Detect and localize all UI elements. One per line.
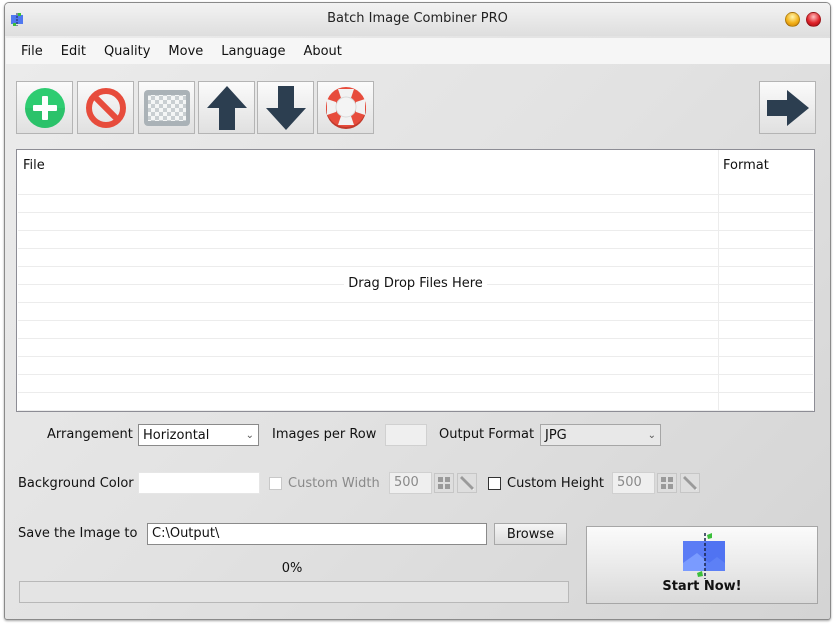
grid-icon [661,477,673,489]
background-color-picker[interactable] [138,472,260,494]
menu-file[interactable]: File [12,44,52,59]
chevron-down-icon: ⌄ [647,429,656,441]
background-color-label: Background Color [18,476,134,491]
window-title: Batch Image Combiner PRO [327,11,508,26]
menu-edit[interactable]: Edit [52,44,95,59]
transparent-grid-icon [143,89,190,126]
grid-row-separator [18,410,813,411]
menu-bar: File Edit Quality Move Language About [6,38,830,64]
arrangement-value: Horizontal [143,427,210,443]
drop-zone-hint: Drag Drop Files Here [17,276,814,291]
custom-height-label: Custom Height [507,476,604,491]
column-header-format[interactable]: Format [723,158,769,173]
diagonal-ratio-icon [683,476,697,490]
width-ratio-button[interactable] [457,473,477,493]
custom-width-input[interactable]: 500 [389,472,432,494]
output-format-value: JPG [545,427,567,443]
combine-images-icon [683,533,725,579]
clear-list-button[interactable] [138,81,195,134]
images-per-row-label: Images per Row [272,427,377,442]
grid-row-separator [18,194,813,195]
move-down-button[interactable] [257,81,314,134]
minimize-button[interactable] [785,12,800,27]
grid-icon [438,477,450,489]
save-path-label: Save the Image to [18,526,138,541]
height-grid-button[interactable] [657,473,677,493]
add-files-button[interactable] [16,81,73,134]
chevron-down-icon: ⌄ [245,429,254,441]
progress-bar [19,581,569,603]
menu-move[interactable]: Move [159,44,212,59]
output-format-select[interactable]: JPG ⌄ [540,424,661,446]
help-button[interactable] [317,81,374,134]
column-header-file[interactable]: File [23,158,45,173]
arrow-up-icon [206,85,247,130]
arrangement-select[interactable]: Horizontal ⌄ [138,424,259,446]
arrangement-label: Arrangement [47,427,133,442]
title-bar: Batch Image Combiner PRO [5,3,830,36]
drop-zone-text: Drag Drop Files Here [344,276,487,291]
custom-width-label: Custom Width [288,476,380,491]
grid-row-separator [18,320,813,321]
start-now-label: Start Now! [662,579,742,594]
grid-row-separator [18,230,813,231]
grid-row-separator [18,248,813,249]
file-list-table[interactable]: File Format Drag Drop Files Here [16,149,815,412]
width-grid-button[interactable] [434,473,454,493]
grid-row-separator [18,338,813,339]
output-format-label: Output Format [439,427,535,442]
images-per-row-input[interactable] [385,424,427,446]
custom-height-input[interactable]: 500 [612,472,655,494]
grid-row-separator [18,266,813,267]
next-button[interactable] [759,81,816,134]
arrow-right-icon [766,89,809,126]
progress-text: 0% [281,561,303,576]
menu-about[interactable]: About [294,44,350,59]
grid-row-separator [18,356,813,357]
close-button[interactable] [806,12,821,27]
grid-row-separator [18,374,813,375]
grid-row-separator [18,392,813,393]
diagonal-ratio-icon [460,476,474,490]
browse-button[interactable]: Browse [494,523,567,545]
arrow-down-icon [265,85,306,130]
custom-height-checkbox[interactable] [488,477,501,490]
start-now-button[interactable]: Start Now! [586,526,818,604]
remove-file-button[interactable] [77,81,134,134]
grid-row-separator [18,302,813,303]
grid-row-separator [18,212,813,213]
no-entry-icon [85,87,126,128]
custom-width-checkbox[interactable] [269,477,282,490]
height-ratio-button[interactable] [680,473,700,493]
lifebuoy-icon [325,86,366,129]
save-path-input[interactable]: C:\Output\ [147,523,487,545]
plus-circle-icon [24,87,65,128]
app-window: Batch Image Combiner PRO File Edit Quali… [4,2,831,620]
move-up-button[interactable] [198,81,255,134]
menu-language[interactable]: Language [212,44,294,59]
menu-quality[interactable]: Quality [95,44,159,59]
